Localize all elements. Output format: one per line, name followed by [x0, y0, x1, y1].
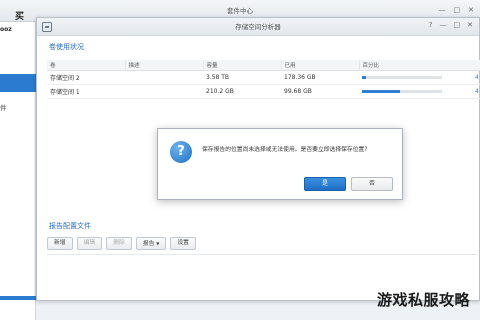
question-icon: ? — [170, 141, 192, 163]
minimize-icon[interactable]: — — [439, 6, 446, 14]
close-icon[interactable]: ✕ — [467, 21, 473, 29]
delete-button[interactable]: 删除 — [106, 237, 132, 250]
caret-down-icon: ▼ — [156, 241, 160, 246]
sidebar-bottom-bar — [0, 296, 36, 300]
volume-name: 存储空间 1 — [47, 84, 125, 99]
usage-bar-fill — [362, 89, 400, 93]
minimize-icon[interactable]: — — [440, 21, 447, 29]
volume-percent — [359, 70, 480, 85]
volume-capacity: 210.2 GB — [203, 84, 281, 99]
watermark-text: 游戏私服攻略 — [376, 291, 470, 309]
sidebar-selected-item[interactable] — [0, 74, 36, 92]
usage-bar-track — [362, 75, 442, 79]
new-button[interactable]: 新增 — [47, 237, 73, 250]
col-capacity[interactable]: 容量 — [203, 60, 282, 71]
suite-center-title: 套件中心 — [227, 7, 253, 15]
volume-capacity: 3.58 TB — [203, 70, 281, 85]
volume-usage-title: 卷使用状况 — [49, 43, 84, 51]
col-percent[interactable]: 百分比 — [359, 60, 480, 71]
maximize-icon[interactable]: □ — [454, 6, 461, 14]
sidebar-cut-text-2: ooz — [0, 26, 12, 33]
analyzer-title: 存储空间分析器 — [235, 23, 281, 31]
dialog-message: 保存报告的位置尚未选择或无法使用。是否要立即选择保存位置? — [202, 147, 368, 153]
analyzer-window-controls: ? — □ ✕ — [429, 21, 473, 29]
no-button[interactable]: 否 — [351, 177, 393, 191]
report-profiles-title: 报告配置文件 — [49, 222, 91, 230]
analyzer-titlebar: 存储空间分析器 ? — □ ✕ — [37, 18, 479, 36]
sidebar-item-file[interactable]: 件 — [0, 102, 7, 112]
settings-button[interactable]: 设置 — [170, 237, 196, 250]
table-row[interactable]: 存储空间 1 210.2 GB 99.68 GB — [47, 84, 480, 99]
col-used[interactable]: 已用 — [281, 60, 360, 71]
percent-text-cutoff: 4 — [475, 88, 479, 95]
help-icon[interactable]: ? — [429, 21, 433, 29]
volume-description — [125, 84, 203, 99]
usage-bar-track — [362, 89, 442, 93]
percent-text-cutoff: 4 — [475, 74, 479, 81]
col-description[interactable]: 描述 — [125, 60, 204, 71]
volume-used: 99.68 GB — [281, 84, 359, 99]
maximize-icon[interactable]: □ — [454, 21, 461, 29]
usage-bar-fill — [362, 75, 366, 79]
save-location-dialog: ? 保存报告的位置尚未选择或无法使用。是否要立即选择保存位置? 是 否 — [157, 128, 403, 200]
volume-used: 178.36 GB — [281, 70, 359, 85]
yes-button[interactable]: 是 — [304, 177, 346, 191]
report-dropdown-button[interactable]: 报告 ▼ — [135, 237, 167, 250]
table-row[interactable]: 存储空间 2 3.58 TB 178.36 GB — [47, 70, 480, 85]
volume-description — [125, 70, 203, 85]
suite-sidebar: 买 ooz 件 — [0, 12, 36, 320]
sidebar-cut-text: 买 — [14, 12, 24, 22]
toolbar-divider — [47, 254, 477, 255]
close-icon[interactable]: ✕ — [468, 6, 474, 14]
volume-name: 存储空间 2 — [47, 70, 125, 85]
col-volume[interactable]: 卷 — [47, 60, 126, 71]
edit-button[interactable]: 编辑 — [76, 237, 103, 250]
report-toolbar: 新增 编辑 删除 报告 ▼ 设置 — [47, 237, 196, 250]
suite-window-controls: — □ ✕ — [439, 6, 475, 14]
table-header-row: 卷 描述 容量 已用 百分比 — [47, 60, 480, 71]
volume-table: 卷 描述 容量 已用 百分比 存储空间 2 3.58 TB 178.36 GB — [47, 60, 480, 99]
report-button-label: 报告 — [142, 241, 155, 247]
volume-percent — [359, 84, 480, 99]
